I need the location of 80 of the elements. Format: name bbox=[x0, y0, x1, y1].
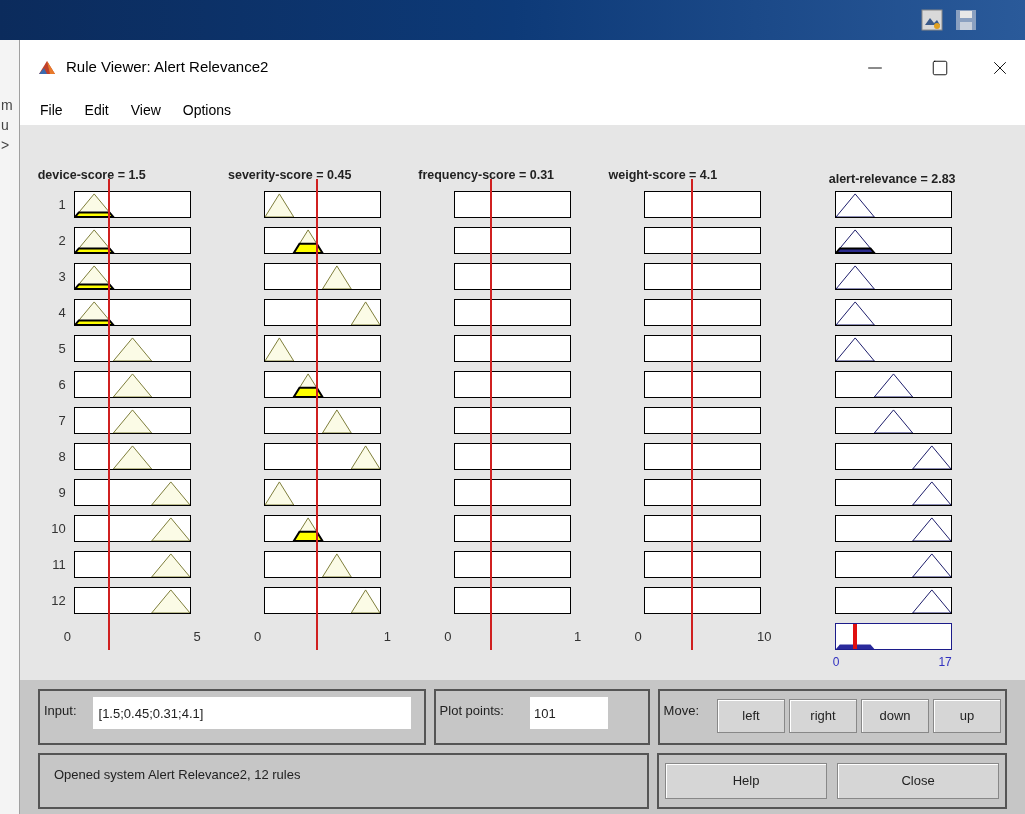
rule-number: 12 bbox=[50, 591, 67, 610]
rule-number: 11 bbox=[51, 555, 67, 574]
rule-number: 2 bbox=[57, 231, 67, 250]
variable-label: frequency-score = 0.31 bbox=[418, 167, 555, 185]
input-label: Input: bbox=[44, 702, 77, 720]
axis-tick: 0 bbox=[63, 627, 71, 646]
membership-triangle bbox=[150, 553, 190, 577]
plot-points-label: Plot points: bbox=[439, 702, 504, 720]
variable-label: severity-score = 0.45 bbox=[228, 167, 352, 185]
membership-triangle bbox=[911, 517, 951, 541]
membership-triangle bbox=[150, 589, 190, 613]
maximize-icon[interactable] bbox=[931, 58, 949, 77]
membership-triangle bbox=[112, 337, 152, 361]
status-text: Opened system Alert Relevance2, 12 rules bbox=[54, 767, 301, 782]
rule-number: 5 bbox=[57, 339, 67, 358]
membership-triangle bbox=[112, 373, 152, 397]
axis-tick: 0 bbox=[832, 654, 840, 671]
axis-tick: 1 bbox=[574, 627, 582, 646]
dialog-button[interactable]: Close bbox=[837, 763, 999, 799]
move-button[interactable]: up bbox=[933, 699, 1001, 733]
window-title: Rule Viewer: Alert Relevance2 bbox=[66, 57, 269, 78]
membership-triangle bbox=[835, 337, 875, 361]
membership-triangle bbox=[911, 481, 951, 505]
text-fragment: > bbox=[1, 138, 10, 155]
rule-number: 8 bbox=[57, 447, 67, 466]
membership-triangle bbox=[150, 517, 190, 541]
input-field[interactable]: [1.5;0.45;0.31;4.1] bbox=[92, 697, 411, 729]
axis-tick: 0 bbox=[444, 627, 452, 646]
membership-triangle bbox=[350, 445, 380, 469]
axis-tick: 17 bbox=[938, 654, 952, 671]
axis-tick: 10 bbox=[757, 627, 772, 646]
rule-number: 9 bbox=[57, 483, 67, 502]
membership-triangle bbox=[835, 265, 875, 289]
menu-item[interactable]: File bbox=[40, 99, 63, 121]
variable-label: alert-relevance = 2.83 bbox=[828, 171, 956, 189]
membership-triangle bbox=[265, 193, 295, 217]
membership-triangle bbox=[350, 589, 380, 613]
membership-triangle bbox=[112, 409, 152, 433]
text-fragment: u bbox=[1, 118, 9, 135]
aggregate-area bbox=[835, 644, 875, 649]
image-icon[interactable] bbox=[921, 9, 943, 31]
membership-triangle bbox=[873, 373, 913, 397]
rule-number: 10 bbox=[50, 519, 67, 538]
membership-triangle bbox=[265, 481, 295, 505]
axis-tick: 1 bbox=[383, 627, 391, 646]
axis-tick: 0 bbox=[634, 627, 642, 646]
dialog-button[interactable]: Help bbox=[665, 763, 827, 799]
axis-tick: 5 bbox=[193, 627, 201, 646]
rule-number: 3 bbox=[57, 267, 67, 286]
move-button[interactable]: left bbox=[717, 699, 785, 733]
move-label: Move: bbox=[663, 702, 699, 720]
menu-item[interactable]: Options bbox=[182, 99, 232, 121]
membership-triangle bbox=[322, 553, 352, 577]
rule-number: 6 bbox=[57, 375, 67, 394]
menu-item[interactable]: Edit bbox=[84, 99, 109, 121]
membership-triangle bbox=[150, 481, 190, 505]
membership-triangle bbox=[911, 589, 951, 613]
membership-triangle bbox=[265, 337, 295, 361]
variable-label: weight-score = 4.1 bbox=[608, 167, 718, 185]
membership-triangle bbox=[322, 265, 352, 289]
rule-number: 7 bbox=[57, 411, 67, 430]
variable-label: device-score = 1.5 bbox=[37, 167, 146, 185]
membership-triangle bbox=[911, 445, 951, 469]
app-icon bbox=[38, 59, 56, 76]
plot-points-field[interactable]: 101 bbox=[529, 697, 608, 729]
membership-triangle bbox=[873, 409, 913, 433]
text-fragment: m bbox=[1, 98, 13, 115]
membership-triangle bbox=[112, 445, 152, 469]
membership-triangle bbox=[350, 301, 380, 325]
save-icon[interactable] bbox=[955, 9, 977, 31]
membership-triangle bbox=[322, 409, 352, 433]
membership-triangle bbox=[911, 553, 951, 577]
move-button[interactable]: down bbox=[861, 699, 929, 733]
membership-triangle bbox=[835, 193, 875, 217]
membership-triangle bbox=[835, 301, 875, 325]
move-button[interactable]: right bbox=[789, 699, 857, 733]
axis-tick: 0 bbox=[254, 627, 262, 646]
rule-number: 4 bbox=[57, 303, 67, 322]
menu-item[interactable]: View bbox=[130, 99, 161, 121]
rule-number: 1 bbox=[57, 195, 67, 214]
